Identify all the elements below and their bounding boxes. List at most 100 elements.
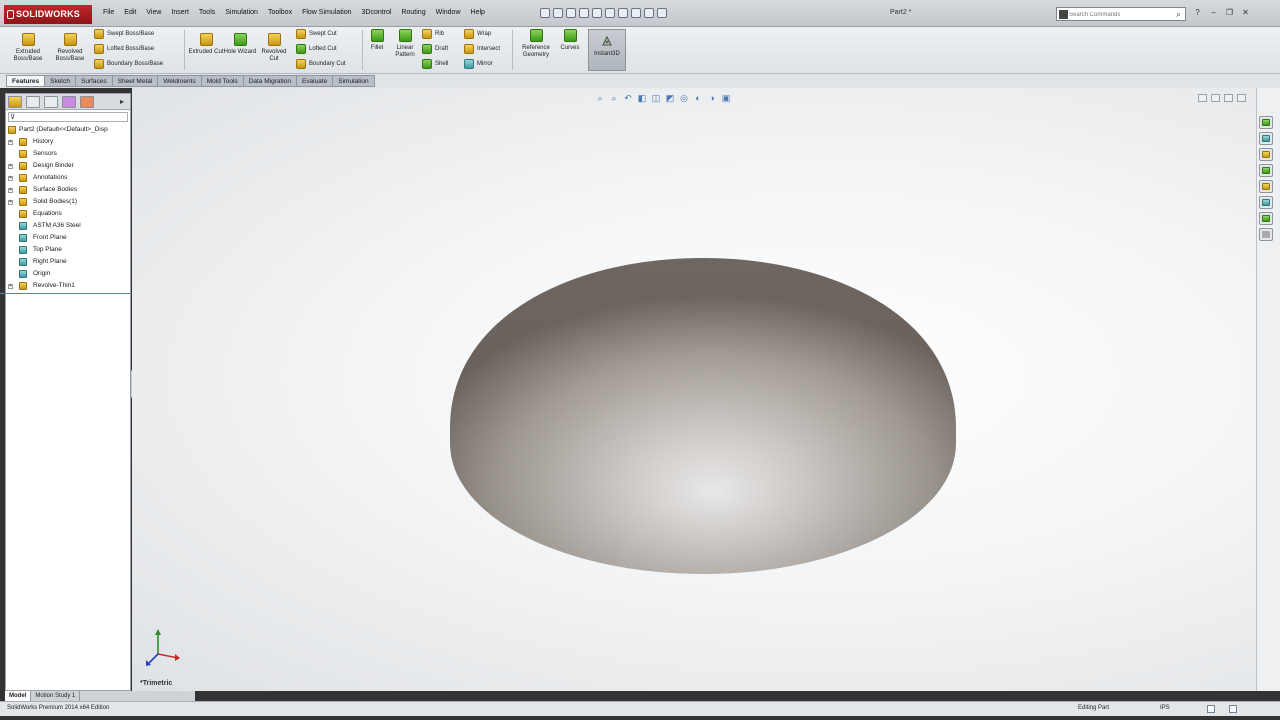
zoom-to-area-icon[interactable]: ⌕ [609, 93, 619, 103]
hole-wizard-button[interactable]: Hole Wizard [222, 31, 258, 56]
tree-item-astm-a36-steel[interactable]: ASTM A36 Steel [6, 220, 130, 232]
expand-icon[interactable]: + [8, 176, 13, 181]
menu-routing[interactable]: Routing [396, 9, 430, 16]
reference-geometry-button[interactable]: Reference Geometry [516, 27, 556, 59]
tab-sheet-metal[interactable]: Sheet Metal [111, 75, 158, 87]
viewport-maximize-icon[interactable] [1237, 94, 1246, 102]
revolved-cut-button[interactable]: Revolved Cut [256, 31, 292, 63]
expand-icon[interactable]: + [8, 200, 13, 205]
menu-file[interactable]: File [98, 9, 119, 16]
menu-window[interactable]: Window [431, 9, 466, 16]
solidworks-resources-tab[interactable] [1259, 116, 1273, 129]
save-icon[interactable] [579, 8, 589, 18]
tab-model[interactable]: Model [5, 691, 32, 701]
menu-help[interactable]: Help [466, 9, 490, 16]
boundary-cut-button[interactable]: Boundary Cut [296, 58, 346, 70]
viewport-restore-icon[interactable] [1224, 94, 1233, 102]
zoom-to-fit-icon[interactable]: ⌕ [595, 93, 605, 103]
intersect-button[interactable]: Intersect [464, 43, 500, 55]
appearances-tab[interactable] [1259, 180, 1273, 193]
instant3d-button[interactable]: Instant3D [588, 29, 626, 71]
tree-item-equations[interactable]: Equations [6, 208, 130, 220]
tree-item-surface-bodies[interactable]: + Surface Bodies [6, 184, 130, 196]
hide-show-items-icon[interactable]: ◎ [679, 93, 689, 103]
expand-icon[interactable]: + [8, 284, 13, 289]
section-view-icon[interactable]: ◧ [637, 93, 647, 103]
menu-insert[interactable]: Insert [166, 9, 194, 16]
tab-surfaces[interactable]: Surfaces [74, 75, 112, 87]
dome-model[interactable] [450, 258, 956, 578]
search-input[interactable] [1069, 9, 1169, 20]
expand-icon[interactable]: + [8, 164, 13, 169]
tab-features[interactable]: Features [6, 75, 45, 87]
lofted-boss-button[interactable]: Lofted Boss/Base [94, 43, 154, 55]
draft-button[interactable]: Draft [422, 43, 448, 55]
panel-expand-icon[interactable]: ▸ [120, 97, 124, 106]
swept-cut-button[interactable]: Swept Cut [296, 28, 337, 40]
minimize-icon[interactable]: – [1208, 8, 1219, 18]
tab-mold-tools[interactable]: Mold Tools [200, 75, 243, 87]
restore-icon[interactable]: ❐ [1224, 8, 1235, 18]
tree-item-top-plane[interactable]: Top Plane [6, 244, 130, 256]
extruded-boss-button[interactable]: Extruded Boss/Base [10, 31, 46, 63]
solidworks-logo[interactable]: SOLIDWORKS [4, 5, 92, 24]
new-document-icon[interactable] [553, 8, 563, 18]
view-palette-tab[interactable] [1259, 164, 1273, 177]
menu-tools[interactable]: Tools [194, 9, 220, 16]
feature-manager-tab-icon[interactable] [8, 96, 22, 108]
shell-button[interactable]: Shell [422, 58, 448, 70]
tree-item-annotations[interactable]: + Annotations [6, 172, 130, 184]
viewport-tile-icon[interactable] [1211, 94, 1220, 102]
tree-item-sensors[interactable]: Sensors [6, 148, 130, 160]
apply-scene-icon[interactable]: ◑ [707, 93, 717, 103]
undo-icon[interactable] [605, 8, 615, 18]
menu-view[interactable]: View [141, 9, 166, 16]
options-icon[interactable] [657, 8, 667, 18]
menu-edit[interactable]: Edit [119, 9, 141, 16]
tree-item-design-binder[interactable]: + Design Binder [6, 160, 130, 172]
rib-button[interactable]: Rib [422, 28, 444, 40]
curves-button[interactable]: Curves [553, 27, 587, 52]
units-indicator[interactable]: IPS [1160, 705, 1170, 711]
configuration-manager-tab-icon[interactable] [44, 96, 58, 108]
tab-simulation[interactable]: Simulation [332, 75, 375, 87]
design-library-tab[interactable] [1259, 132, 1273, 145]
boundary-boss-button[interactable]: Boundary Boss/Base [94, 58, 163, 70]
close-icon[interactable]: ✕ [1240, 8, 1251, 18]
solidworks-forum-tab[interactable] [1259, 212, 1273, 225]
viewport-minimize-icon[interactable] [1198, 94, 1207, 102]
dimxpert-tab-icon[interactable] [62, 96, 76, 108]
file-properties-icon[interactable] [644, 8, 654, 18]
expand-icon[interactable]: + [8, 188, 13, 193]
previous-view-icon[interactable]: ↶ [623, 93, 633, 103]
search-scope-icon[interactable] [1059, 10, 1068, 19]
display-manager-tab-icon[interactable] [80, 96, 94, 108]
tree-item-revolve-thin1[interactable]: + Revolve-Thin1 [6, 280, 130, 292]
extruded-cut-button[interactable]: Extruded Cut [188, 31, 224, 56]
property-manager-tab-icon[interactable] [26, 96, 40, 108]
help-status-icon[interactable] [1229, 705, 1237, 713]
open-icon[interactable] [566, 8, 576, 18]
search-icon[interactable]: ⌕ [1176, 9, 1181, 20]
mirror-button[interactable]: Mirror [464, 58, 493, 70]
menu-simulation[interactable]: Simulation [220, 9, 263, 16]
menu-toolbox[interactable]: Toolbox [263, 9, 297, 16]
tree-root-part[interactable]: Part2 (Default<<Default>_Disp [6, 124, 130, 136]
lofted-cut-button[interactable]: Lofted Cut [296, 43, 337, 55]
tab-weldments[interactable]: Weldments [157, 75, 201, 87]
feature-tree-filter[interactable]: ⊽ [8, 112, 128, 122]
rebuild-icon[interactable] [631, 8, 641, 18]
edit-appearance-icon[interactable]: ◐ [693, 93, 703, 103]
recordings-tab[interactable] [1259, 228, 1273, 241]
print-icon[interactable] [592, 8, 602, 18]
tree-item-front-plane[interactable]: Front Plane [6, 232, 130, 244]
file-explorer-tab[interactable] [1259, 148, 1273, 161]
view-settings-icon[interactable]: ▣ [721, 93, 731, 103]
tab-evaluate[interactable]: Evaluate [295, 75, 333, 87]
tree-item-right-plane[interactable]: Right Plane [6, 256, 130, 268]
wrap-button[interactable]: Wrap [464, 28, 491, 40]
tab-motion-study-1[interactable]: Motion Study 1 [31, 691, 81, 701]
menu-flow-simulation[interactable]: Flow Simulation [297, 9, 356, 16]
tree-item-solid-bodies-1[interactable]: + Solid Bodies(1) [6, 196, 130, 208]
help-icon[interactable]: ? [1192, 8, 1203, 18]
